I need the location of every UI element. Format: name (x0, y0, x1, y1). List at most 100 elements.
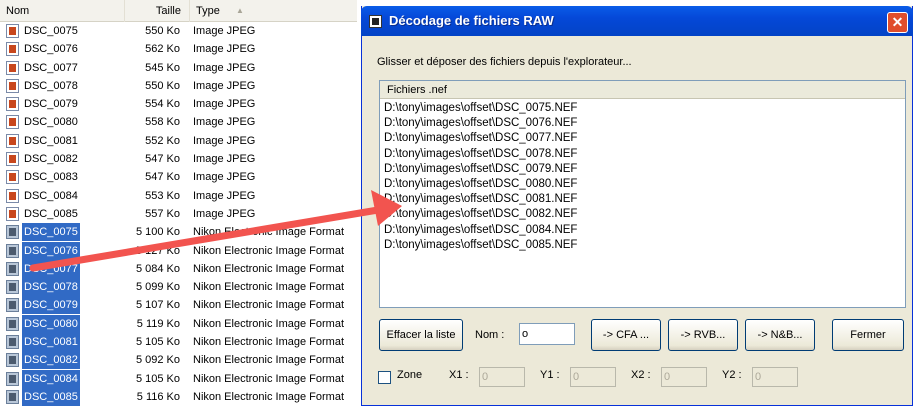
file-type: Nikon Electronic Image Format (193, 281, 344, 294)
list-item[interactable]: D:\tony\images\offset\DSC_0076.NEF (384, 116, 577, 131)
file-size: 5 119 Ko (136, 317, 180, 330)
file-type: Image JPEG (193, 189, 256, 202)
file-row[interactable]: DSC_0081 552 Ko Image JPEG (0, 132, 357, 150)
file-size: 550 Ko (145, 25, 180, 37)
y2-input[interactable]: 0 (752, 367, 798, 387)
file-row[interactable]: DSC_0075 550 Ko Image JPEG (0, 22, 357, 40)
file-name: DSC_0080 (24, 116, 78, 129)
nef-file-icon (6, 389, 19, 404)
list-item[interactable]: D:\tony\images\offset\DSC_0078.NEF (384, 147, 577, 162)
list-item[interactable]: D:\tony\images\offset\DSC_0085.NEF (384, 238, 577, 253)
file-name: DSC_0075 (22, 223, 80, 242)
file-row[interactable]: DSC_0082 5 092 Ko Nikon Electronic Image F… (0, 351, 357, 370)
jpeg-file-icon (6, 188, 19, 203)
file-row[interactable]: DSC_0076 562 Ko Image JPEG (0, 40, 357, 58)
x1-input[interactable]: 0 (479, 367, 525, 387)
file-type: Image JPEG (193, 25, 256, 37)
file-size: 554 Ko (145, 98, 180, 111)
file-row[interactable]: DSC_0078 5 099 Ko Nikon Electronic Image F… (0, 278, 357, 297)
list-item[interactable]: D:\tony\images\offset\DSC_0077.NEF (384, 131, 577, 146)
list-item[interactable]: D:\tony\images\offset\DSC_0079.NEF (384, 162, 577, 177)
file-row[interactable]: DSC_0079 5 107 Ko Nikon Electronic Image F… (0, 296, 357, 315)
jpeg-file-icon (6, 97, 19, 112)
file-name: DSC_0078 (22, 278, 80, 297)
close-icon[interactable]: ✕ (887, 12, 908, 33)
y1-input[interactable]: 0 (570, 367, 616, 387)
file-type: Image JPEG (193, 207, 256, 220)
file-type: Nikon Electronic Image Format (193, 299, 344, 312)
file-size: 5 107 Ko (135, 299, 180, 312)
nef-file-icon (6, 353, 19, 368)
file-row[interactable]: DSC_0081 5 105 Ko Nikon Electronic Image F… (0, 333, 357, 352)
list-item[interactable]: D:\tony\images\offset\DSC_0075.NEF (384, 101, 577, 116)
file-name: DSC_0082 (24, 153, 78, 166)
file-size: 5 092 Ko (135, 354, 180, 367)
list-item[interactable]: D:\tony\images\offset\DSC_0081.NEF (384, 192, 577, 207)
file-name: DSC_0080 (22, 314, 80, 333)
title-bar[interactable]: Décodage de fichiers RAW ✕ (361, 6, 913, 36)
name-input[interactable]: o (519, 323, 575, 345)
file-row[interactable]: DSC_0080 558 Ko Image JPEG (0, 113, 357, 131)
file-size: 5 105 Ko (135, 336, 180, 349)
list-header[interactable]: Fichiers .nef (380, 81, 905, 99)
file-size: 5 127 Ko (135, 244, 180, 257)
file-row[interactable]: DSC_0077 5 084 Ko Nikon Electronic Image F… (0, 259, 357, 278)
file-size: 557 Ko (145, 207, 180, 220)
list-item[interactable]: D:\tony\images\offset\DSC_0080.NEF (384, 177, 577, 192)
column-header-type[interactable]: Type (190, 0, 357, 22)
to-rvb-button[interactable]: -> RVB... (668, 319, 738, 351)
file-row[interactable]: DSC_0080 5 119 Ko Nikon Electronic Image F… (0, 314, 357, 333)
clear-list-label: Effacer la liste (386, 329, 456, 341)
file-name: DSC_0075 (24, 25, 78, 37)
file-type: Image JPEG (193, 153, 256, 166)
nef-file-icon (6, 225, 19, 240)
nef-file-icon (6, 371, 19, 386)
file-size: 547 Ko (145, 153, 180, 166)
file-row[interactable]: DSC_0079 554 Ko Image JPEG (0, 95, 357, 113)
file-type: Image JPEG (193, 134, 256, 147)
file-type: Image JPEG (193, 79, 256, 92)
file-name: DSC_0085 (22, 387, 80, 406)
to-cfa-button[interactable]: -> CFA ... (591, 319, 661, 351)
file-row[interactable]: DSC_0084 5 105 Ko Nikon Electronic Image F… (0, 369, 357, 388)
file-row[interactable]: DSC_0085 557 Ko Image JPEG (0, 205, 357, 223)
app-icon (369, 15, 382, 28)
file-rows: DSC_0075 550 Ko Image JPEG DSC_0076 562 Ko Im… (0, 22, 357, 406)
file-type: Image JPEG (193, 98, 256, 111)
x2-input[interactable]: 0 (661, 367, 707, 387)
column-header-name[interactable]: Nom (0, 0, 125, 22)
to-bw-button[interactable]: -> N&B... (745, 319, 815, 351)
file-type: Nikon Electronic Image Format (193, 226, 344, 239)
jpeg-file-icon (6, 133, 19, 148)
clear-list-button[interactable]: Effacer la liste (379, 319, 463, 351)
file-row[interactable]: DSC_0077 545 Ko Image JPEG (0, 59, 357, 77)
list-item[interactable]: D:\tony\images\offset\DSC_0084.NEF (384, 223, 577, 238)
file-row[interactable]: DSC_0084 553 Ko Image JPEG (0, 187, 357, 205)
close-button[interactable]: Fermer (832, 319, 904, 351)
name-label: Nom : (475, 329, 505, 341)
nef-file-icon (6, 316, 19, 331)
file-row[interactable]: DSC_0085 5 116 Ko Nikon Electronic Image F… (0, 387, 357, 406)
file-name: DSC_0081 (22, 333, 80, 352)
file-type: Nikon Electronic Image Format (193, 390, 344, 403)
jpeg-file-icon (6, 206, 19, 221)
jpeg-file-icon (6, 170, 19, 185)
file-name: DSC_0079 (22, 296, 80, 315)
column-header-size[interactable]: Taille (125, 0, 190, 22)
list-item[interactable]: D:\tony\images\offset\DSC_0082.NEF (384, 207, 577, 222)
nef-file-list[interactable]: Fichiers .nef D:\tony\images\offset\DSC_… (379, 80, 906, 308)
file-type: Nikon Electronic Image Format (193, 354, 344, 367)
file-row[interactable]: DSC_0078 550 Ko Image JPEG (0, 77, 357, 95)
file-name: DSC_0084 (24, 189, 78, 202)
file-size: 5 116 Ko (136, 390, 180, 403)
file-size: 5 100 Ko (135, 226, 180, 239)
file-name: DSC_0081 (24, 134, 78, 147)
file-size: 5 099 Ko (135, 281, 180, 294)
file-row[interactable]: DSC_0075 5 100 Ko Nikon Electronic Image F… (0, 223, 357, 242)
file-row[interactable]: DSC_0076 5 127 Ko Nikon Electronic Image F… (0, 241, 357, 260)
file-row[interactable]: DSC_0083 547 Ko Image JPEG (0, 168, 357, 186)
jpeg-file-icon (6, 78, 19, 93)
file-size: 5 084 Ko (135, 262, 180, 275)
file-row[interactable]: DSC_0082 547 Ko Image JPEG (0, 150, 357, 168)
zone-checkbox[interactable] (378, 371, 391, 384)
